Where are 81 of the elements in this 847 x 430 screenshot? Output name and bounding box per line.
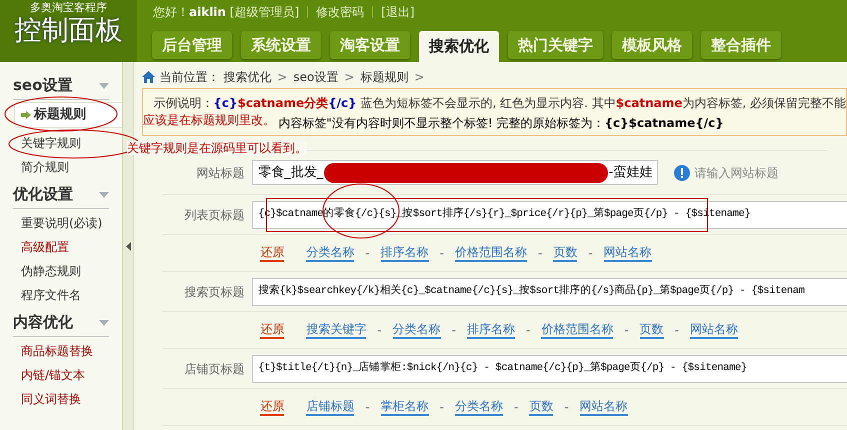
link-separator: - xyxy=(452,322,456,339)
nav-tab[interactable]: 模板风格 xyxy=(612,31,692,59)
reset-link[interactable]: 还原 xyxy=(260,321,284,339)
field-label: 网站标题 xyxy=(195,164,246,182)
tag-link[interactable]: 排序名称 xyxy=(380,244,429,262)
tag-link[interactable]: 排序名称 xyxy=(466,321,515,339)
reset-link[interactable]: 还原 xyxy=(260,244,284,262)
field-label: 列表页标题 xyxy=(183,206,246,224)
header-link[interactable]: 修改密码 xyxy=(316,3,364,21)
collapse-icon[interactable] xyxy=(99,192,110,198)
tag-link[interactable]: 网站名称 xyxy=(690,321,738,339)
section-title: 优化设置 xyxy=(13,184,73,206)
link-separator: - xyxy=(526,322,530,339)
tag-link[interactable]: 掌柜名称 xyxy=(380,398,429,416)
sidebar-item[interactable]: 标题规则 xyxy=(14,102,122,128)
nav-tab[interactable]: 系统设置 xyxy=(241,31,321,59)
breadcrumb-link[interactable]: 搜索优化 xyxy=(223,68,272,86)
section-title: seo设置 xyxy=(13,75,72,96)
info-text: 内容标签"没有内容时则不显示整个标签! 完整的原始标签为：{c}$catname{/c} xyxy=(278,116,724,130)
link-separator: - xyxy=(365,245,370,262)
link-separator: - xyxy=(440,245,444,262)
info-text: 示例说明：{c}$catname分类{/c} 蓝色为短标签不会显示的, 红色为显示内容. 其中$catname为内容标签, 必须保留完整不能 xyxy=(153,95,846,112)
field-hint: 请输入网站标题 xyxy=(694,164,778,182)
sidebar-item[interactable]: 重要说明(必读) xyxy=(21,211,122,235)
tag-link[interactable]: 页数 xyxy=(640,321,664,339)
breadcrumb-label: 当前位置： xyxy=(159,69,220,86)
sidebar-item[interactable]: 程序文件名 xyxy=(21,283,122,307)
logo-subtitle: 多奥淘宝客程序 xyxy=(30,1,107,14)
nav-tab[interactable]: 整合插件 xyxy=(701,31,781,59)
logo-title: 控制面板 xyxy=(14,14,122,48)
info-icon xyxy=(674,164,690,180)
tag-link[interactable]: 分类名称 xyxy=(306,244,354,262)
nav-tab[interactable]: 淘客设置 xyxy=(330,31,410,59)
breadcrumb-separator: > xyxy=(344,69,354,86)
reset-link[interactable]: 还原 xyxy=(260,398,284,416)
nav-tab[interactable]: 热门关键字 xyxy=(508,31,603,59)
breadcrumb-link[interactable]: 标题规则 xyxy=(360,68,408,86)
user-greeting: 您好！aiklin [超级管理员] xyxy=(153,4,300,21)
tag-link[interactable]: 页数 xyxy=(553,244,578,262)
breadcrumb-separator: > xyxy=(414,69,424,86)
tag-link[interactable]: 分类名称 xyxy=(454,398,503,416)
arrow-icon xyxy=(21,111,31,119)
link-separator: - xyxy=(588,245,593,262)
link-separator: - xyxy=(377,322,382,339)
tag-link[interactable]: 网站名称 xyxy=(580,398,628,416)
link-separator: - xyxy=(674,322,680,339)
tag-link[interactable]: 价格范围名称 xyxy=(454,244,527,262)
sidebar-item[interactable]: 内链/锚文本 xyxy=(21,363,122,387)
sidebar-item[interactable]: 关键字规则 xyxy=(21,131,122,155)
nav-tab[interactable]: 后台管理 xyxy=(152,31,232,59)
tag-link[interactable]: 店铺标题 xyxy=(306,398,354,416)
home-icon xyxy=(142,71,156,83)
site-title-field[interactable]: 零食_批发_ -蛮娃娃 xyxy=(252,160,658,185)
nav-tab[interactable]: 搜索优化 xyxy=(419,31,499,62)
breadcrumb-link[interactable]: seo设置 xyxy=(293,68,338,86)
link-separator: - xyxy=(624,322,629,339)
sidebar-item[interactable]: 伪静态规则 xyxy=(21,259,122,283)
tag-link[interactable]: 搜索关键字 xyxy=(306,321,366,339)
link-separator: - xyxy=(564,399,569,416)
tag-link[interactable]: 网站名称 xyxy=(604,244,652,262)
header-link[interactable]: [退出] xyxy=(381,3,415,21)
link-separator: - xyxy=(514,399,518,416)
link-separator: - xyxy=(538,245,542,262)
sidebar-item[interactable]: 商品标题替换 xyxy=(21,339,122,363)
collapse-icon[interactable] xyxy=(99,320,110,326)
annotation-note: 关键字规则是在源码里可以看到。 xyxy=(127,141,307,155)
field-label: 店铺页标题 xyxy=(183,360,246,378)
tag-link[interactable]: 价格范围名称 xyxy=(541,321,614,339)
section-title: 内容优化 xyxy=(13,312,73,334)
sidebar-item[interactable]: 高级配置 xyxy=(21,235,122,259)
breadcrumb-separator: > xyxy=(277,69,288,86)
collapse-icon[interactable] xyxy=(99,82,110,88)
link-separator: - xyxy=(440,399,444,416)
collapse-sidebar-icon[interactable] xyxy=(126,242,131,250)
sidebar-item[interactable]: 同义词替换 xyxy=(21,387,122,411)
sidebar-item[interactable]: 简介规则 xyxy=(21,155,122,179)
field-label: 搜索页标题 xyxy=(183,284,246,300)
tag-link[interactable]: 页数 xyxy=(529,398,554,416)
link-separator: - xyxy=(365,399,370,416)
annotation-note: 应该是在标题规则里改。 xyxy=(143,112,275,129)
tag-link[interactable]: 分类名称 xyxy=(392,321,441,339)
